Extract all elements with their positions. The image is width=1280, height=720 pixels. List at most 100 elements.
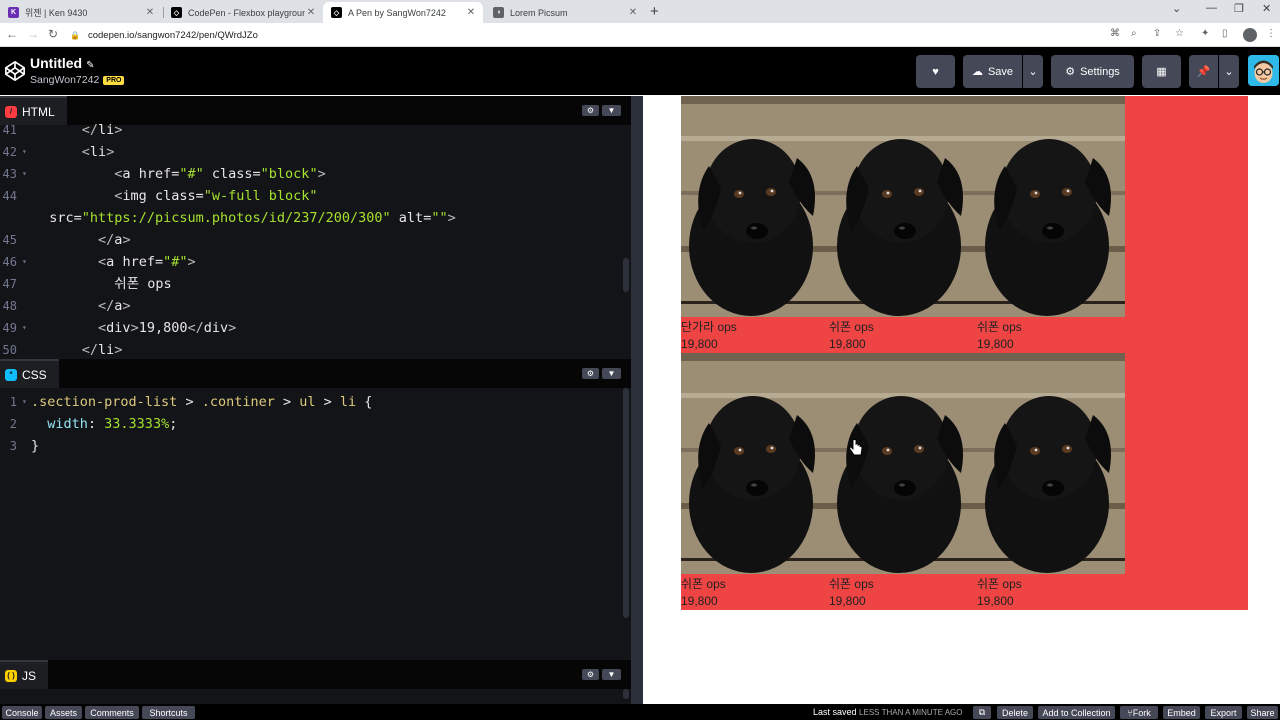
fold-arrow-icon[interactable]: ▾ bbox=[22, 141, 27, 163]
code-text: </a> bbox=[98, 232, 131, 248]
profile-avatar[interactable] bbox=[1243, 28, 1257, 42]
css-label: CSS bbox=[22, 367, 47, 382]
puppy-image bbox=[681, 353, 829, 574]
product-image-link[interactable] bbox=[829, 96, 977, 317]
heart-button[interactable]: ♥ bbox=[916, 55, 955, 88]
sidepanel-icon[interactable]: ▯ bbox=[1222, 28, 1228, 39]
comments-button[interactable]: Comments bbox=[85, 706, 139, 719]
fork-button[interactable]: ⑂ Fork bbox=[1120, 706, 1158, 719]
assets-button[interactable]: Assets bbox=[45, 706, 82, 719]
product-name-link[interactable]: 단가라 ops bbox=[681, 318, 829, 336]
html-scrollbar[interactable] bbox=[623, 258, 629, 292]
new-tab-button[interactable]: + bbox=[650, 3, 659, 20]
product-price: 19,800 bbox=[681, 337, 718, 351]
share-button[interactable]: Share bbox=[1247, 706, 1278, 719]
html-code-area[interactable]: 41 </li> 42 ▾ <li> 43 ▾ <a href="#" class="b… bbox=[0, 119, 631, 359]
pin-dropdown-button[interactable]: ⌄ bbox=[1219, 55, 1239, 88]
product-name-link[interactable]: 쉬폰 ops bbox=[681, 575, 829, 593]
product-card[interactable]: 단가라 ops 19,800 bbox=[681, 96, 829, 353]
layout-button[interactable]: ▦ bbox=[1142, 55, 1181, 88]
picsum-favicon-icon: ◑ bbox=[493, 7, 504, 18]
pencil-icon[interactable]: ✎ bbox=[86, 60, 94, 71]
fold-arrow-icon[interactable]: ▾ bbox=[22, 251, 27, 273]
close-icon[interactable]: ✕ bbox=[305, 7, 317, 18]
code-line: 49 ▾ <div>19,800</div> bbox=[0, 317, 620, 339]
save-dropdown-button[interactable]: ⌄ bbox=[1023, 55, 1043, 88]
tab-title: Lorem Picsum bbox=[510, 7, 568, 18]
browser-tab[interactable]: ◇ CodePen - Flexbox playground ✕ bbox=[163, 2, 323, 23]
product-card[interactable]: 쉬폰 ops 19,800 bbox=[681, 353, 829, 610]
product-name-link[interactable]: 쉬폰 ops bbox=[829, 575, 977, 593]
editor-collapse-button[interactable]: ▼ bbox=[602, 368, 621, 379]
tab-css[interactable]: * CSS bbox=[0, 359, 59, 388]
pen-author[interactable]: SangWon7242 PRO bbox=[30, 74, 125, 86]
product-name-link[interactable]: 쉬폰 ops bbox=[977, 575, 1125, 593]
tab-js[interactable]: ( ) JS bbox=[0, 660, 49, 689]
line-number: 1 bbox=[9, 395, 17, 409]
export-button[interactable]: Export bbox=[1205, 706, 1242, 719]
editor-collapse-button[interactable]: ▼ bbox=[602, 105, 621, 116]
close-icon[interactable]: ✕ bbox=[627, 7, 639, 18]
forward-icon[interactable]: → bbox=[27, 27, 39, 41]
code-text: <div>19,800</div> bbox=[98, 320, 237, 336]
codepen-logo-icon[interactable] bbox=[4, 60, 26, 82]
css-code-area[interactable]: 1 ▾ .section-prod-list > .continer > ul > … bbox=[0, 391, 631, 659]
css-scrollbar[interactable] bbox=[623, 388, 629, 618]
product-image-link[interactable] bbox=[977, 96, 1125, 317]
settings-button[interactable]: ⚙ Settings bbox=[1051, 55, 1134, 88]
browser-tab[interactable]: K 위젠 | Ken 9430 ✕ bbox=[0, 2, 162, 23]
resize-divider[interactable] bbox=[631, 96, 643, 704]
product-name-link[interactable]: 쉬폰 ops bbox=[829, 318, 977, 336]
code-text: </li> bbox=[81, 342, 123, 358]
close-icon[interactable]: ✕ bbox=[144, 7, 156, 18]
last-saved-status: Last saved LESS THAN A MINUTE AGO bbox=[813, 707, 962, 717]
minimize-icon[interactable]: — bbox=[1206, 2, 1217, 14]
product-image-link[interactable] bbox=[829, 353, 977, 574]
browser-tab-active[interactable]: ◇ A Pen by SangWon7242 ✕ bbox=[323, 2, 483, 23]
address-bar: ← → ↻ 🔒 codepen.io/sangwon7242/pen/QWrdJ… bbox=[0, 23, 1280, 47]
url-field[interactable]: 🔒 codepen.io/sangwon7242/pen/QWrdJZo bbox=[70, 26, 1100, 44]
bookmark-star-icon[interactable]: ☆ bbox=[1175, 28, 1184, 39]
extensions-icon[interactable]: ✦ bbox=[1201, 28, 1209, 39]
reload-icon[interactable]: ↻ bbox=[48, 27, 58, 41]
external-link-icon: ⧉ bbox=[978, 707, 986, 717]
delete-button[interactable]: Delete bbox=[997, 706, 1033, 719]
pen-title[interactable]: Untitled ✎ bbox=[30, 55, 95, 71]
fold-arrow-icon[interactable]: ▾ bbox=[22, 163, 27, 185]
product-image-link[interactable] bbox=[681, 96, 829, 317]
close-icon[interactable]: ✕ bbox=[465, 7, 477, 18]
product-card[interactable]: 쉬폰 ops 19,800 bbox=[829, 96, 977, 353]
embed-button[interactable]: Embed bbox=[1163, 706, 1200, 719]
tab-search-icon[interactable]: ⌄ bbox=[1172, 2, 1181, 15]
shortcuts-button[interactable]: Shortcuts bbox=[142, 706, 195, 719]
editor-settings-button[interactable]: ⚙ bbox=[582, 368, 599, 379]
save-button[interactable]: ☁ Save bbox=[963, 55, 1022, 88]
product-card[interactable]: 쉬폰 ops 19,800 bbox=[829, 353, 977, 610]
product-name-link[interactable]: 쉬폰 ops bbox=[977, 318, 1125, 336]
share-icon[interactable]: ⇪ bbox=[1153, 28, 1161, 39]
pin-button[interactable]: 📌 bbox=[1189, 55, 1218, 88]
add-to-collection-button[interactable]: Add to Collection bbox=[1038, 706, 1115, 719]
editor-collapse-button[interactable]: ▼ bbox=[602, 669, 621, 680]
editor-settings-button[interactable]: ⚙ bbox=[582, 669, 599, 680]
code-line: 42 ▾ <li> bbox=[0, 141, 620, 163]
window-close-icon[interactable]: ✕ bbox=[1262, 2, 1271, 15]
menu-icon[interactable]: ⋮ bbox=[1266, 28, 1276, 39]
console-button[interactable]: Console bbox=[2, 706, 42, 719]
js-scrollbar[interactable] bbox=[623, 689, 629, 699]
product-image-link[interactable] bbox=[681, 353, 829, 574]
fold-arrow-icon[interactable]: ▾ bbox=[22, 391, 27, 413]
line-number: 47 bbox=[2, 277, 17, 291]
product-card[interactable]: 쉬폰 ops 19,800 bbox=[977, 353, 1125, 610]
product-image-link[interactable] bbox=[977, 353, 1125, 574]
fold-arrow-icon[interactable]: ▾ bbox=[22, 317, 27, 339]
translate-icon[interactable]: ⌘ bbox=[1110, 28, 1120, 39]
product-card[interactable]: 쉬폰 ops 19,800 bbox=[977, 96, 1125, 353]
open-external-button[interactable]: ⧉ bbox=[973, 706, 991, 719]
browser-tab[interactable]: ◑ Lorem Picsum ✕ bbox=[485, 2, 645, 23]
back-icon[interactable]: ← bbox=[6, 27, 18, 41]
maximize-icon[interactable]: ❐ bbox=[1234, 2, 1244, 15]
user-avatar[interactable] bbox=[1248, 55, 1279, 86]
zoom-icon[interactable]: ⌕ bbox=[1131, 28, 1137, 39]
editor-settings-button[interactable]: ⚙ bbox=[582, 105, 599, 116]
